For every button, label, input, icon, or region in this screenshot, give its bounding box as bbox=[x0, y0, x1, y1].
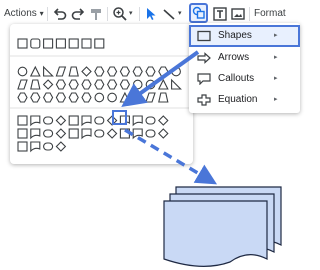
dashed-pointer-arrow bbox=[124, 128, 218, 185]
pointer-arrow bbox=[121, 50, 200, 107]
multi-document-shape[interactable] bbox=[163, 186, 282, 267]
selected-shape-highlight bbox=[112, 110, 127, 125]
annotation-overlay bbox=[112, 50, 282, 267]
